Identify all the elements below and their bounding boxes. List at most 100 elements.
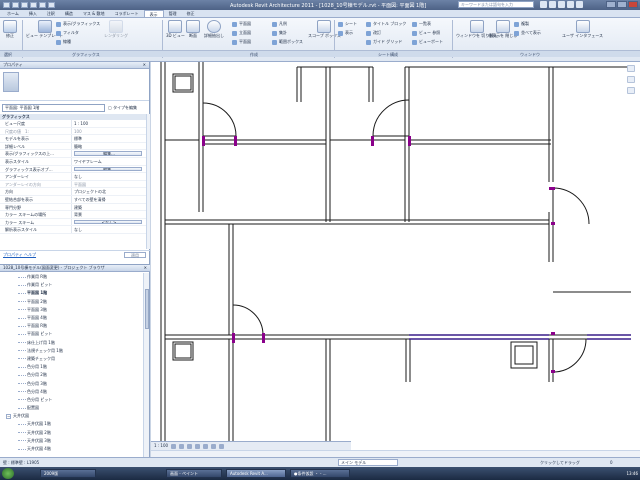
3d-view-button[interactable]: 3D ビュー: [166, 20, 185, 39]
floor-plan-drawing[interactable]: [151, 62, 640, 457]
tab-manage[interactable]: 管理: [164, 10, 182, 17]
tab-collaborate[interactable]: コラボレート: [110, 10, 144, 17]
replicate-button[interactable]: 複製: [514, 21, 529, 27]
tree-item[interactable]: 作業用 R階: [0, 273, 143, 281]
property-row[interactable]: 壁結合部を表示 すべての壁を清掃: [0, 195, 146, 204]
project-browser-header[interactable]: 1028_10号棟モデル(図面変更) - プロジェクト ブラウザ ✕: [0, 265, 150, 272]
close-hidden-button[interactable]: 非表示を 閉じる: [488, 20, 517, 39]
subscription-icon[interactable]: [549, 1, 556, 8]
tree-item[interactable]: 色分用 3階: [0, 379, 143, 387]
property-row[interactable]: グラフィックス表示オプ... 編集...: [0, 165, 146, 174]
section-button[interactable]: 断面: [186, 20, 200, 39]
view-scale[interactable]: 1 : 100: [154, 442, 168, 450]
property-value[interactable]: 背景: [72, 211, 146, 218]
viewports-button[interactable]: ビューポート: [412, 39, 443, 45]
steering-wheel-icon[interactable]: [627, 65, 635, 72]
tab-modify[interactable]: 修正: [182, 10, 200, 17]
duplicate-view-button[interactable]: 凡例: [272, 21, 287, 27]
active-model-dropdown[interactable]: メイン モデル: [338, 459, 398, 466]
properties-help-link[interactable]: プロパティ ヘルプ: [3, 251, 36, 258]
type-selector[interactable]: 平面図: 平面図 1階: [2, 104, 105, 112]
visibility-graphics-button[interactable]: 表示/グラフィックス: [56, 21, 100, 27]
thin-lines-button[interactable]: 線種: [56, 39, 71, 45]
property-row[interactable]: 専門分野 建築: [0, 203, 146, 212]
crop-view-icon[interactable]: [203, 443, 209, 449]
modify-button[interactable]: 修正: [3, 20, 17, 39]
cascade-button[interactable]: 並べて表示: [514, 30, 541, 36]
property-row[interactable]: ビュー尺度 1 : 100: [0, 120, 146, 128]
panel-label-select[interactable]: 選択: [4, 52, 12, 58]
undo-icon[interactable]: [30, 2, 37, 8]
tree-item[interactable]: 配置図: [0, 404, 143, 412]
view-reference-button[interactable]: ビュー 参照: [412, 30, 440, 36]
taskbar-item-revit[interactable]: Autodesk Revit A...: [226, 469, 286, 478]
property-value[interactable]: 1 : 100: [72, 120, 146, 127]
guide-grid-button[interactable]: ガイド グリッド: [366, 39, 402, 45]
drafting-view-button[interactable]: 平面図: [232, 39, 251, 45]
filters-button[interactable]: フィルタ: [56, 30, 79, 36]
tree-item[interactable]: 平面図 3階: [0, 306, 143, 314]
help-icon[interactable]: [576, 1, 583, 8]
detail-level-icon[interactable]: [171, 443, 177, 449]
property-edit-button[interactable]: 編集...: [74, 151, 142, 156]
tab-structure[interactable]: 構造: [60, 10, 78, 17]
visual-style-icon[interactable]: [179, 443, 185, 449]
property-row[interactable]: 方向 プロジェクトの北: [0, 188, 146, 196]
search-input[interactable]: キーワードまたは語句を入力: [458, 1, 534, 8]
property-row[interactable]: カラー スキームの場所 背景: [0, 211, 146, 219]
property-value[interactable]: なし: [72, 226, 146, 233]
measure-icon[interactable]: [48, 2, 55, 8]
communication-icon[interactable]: [558, 1, 565, 8]
elevation-button[interactable]: 立面図: [232, 30, 251, 36]
tree-item[interactable]: 法規チェック用 1階: [0, 347, 143, 355]
tree-item[interactable]: 平面図 R階: [0, 322, 143, 330]
favorites-icon[interactable]: [567, 1, 574, 8]
tree-item[interactable]: 平面図 1階: [0, 289, 143, 297]
tree-item[interactable]: 天井伏図 4階: [0, 445, 143, 453]
property-row[interactable]: 尺度の値 1: 100: [0, 127, 146, 136]
callout-button[interactable]: 詳細抽出し: [204, 20, 224, 39]
app-menu-icon[interactable]: [3, 2, 10, 8]
project-browser-scrollbar[interactable]: [143, 273, 149, 458]
schedule-list-button[interactable]: 一覧表: [412, 21, 431, 27]
title-block-button[interactable]: タイトル ブロック: [366, 21, 406, 27]
close-icon[interactable]: ✕: [144, 265, 147, 271]
legend-button[interactable]: 集計: [272, 30, 287, 36]
edit-type-button[interactable]: ▢ タイプを編集: [108, 104, 148, 112]
temporary-hide-icon[interactable]: [211, 443, 217, 449]
horizontal-scrollbar[interactable]: [151, 450, 640, 457]
apply-button[interactable]: 適用: [124, 252, 146, 258]
property-value[interactable]: 標準: [72, 135, 146, 142]
tree-item[interactable]: 色分用 2階: [0, 371, 143, 379]
tree-item[interactable]: − 天井伏図: [0, 412, 143, 420]
property-value[interactable]: 平面図: [72, 181, 146, 188]
zoom-icon[interactable]: [627, 76, 635, 83]
search-icon[interactable]: [540, 1, 547, 8]
close-button[interactable]: [628, 1, 638, 8]
redo-icon[interactable]: [39, 2, 46, 8]
tree-item[interactable]: 床仕上げ用 1階: [0, 339, 143, 347]
tree-item[interactable]: 色分用 1階: [0, 363, 143, 371]
drawing-area[interactable]: [151, 62, 640, 457]
start-button[interactable]: [2, 468, 14, 479]
taskbar-item-document[interactable]: ●条件仮設 ・ - ...: [290, 469, 350, 478]
selection-filter-count[interactable]: 0: [610, 458, 613, 467]
property-value[interactable]: 建築: [72, 204, 146, 211]
tree-item[interactable]: 作業用 ピット: [0, 281, 143, 289]
property-row[interactable]: カラー スキーム <なし>: [0, 218, 146, 227]
tab-annotate[interactable]: 注釈: [42, 10, 60, 17]
minimize-button[interactable]: [606, 1, 616, 8]
plan-views-button[interactable]: 平面図: [232, 21, 251, 27]
pan-icon[interactable]: [627, 87, 635, 94]
tab-home[interactable]: ホーム: [2, 10, 24, 17]
property-row[interactable]: アンダーレイ なし: [0, 173, 146, 181]
tree-item[interactable]: 平面図 4階: [0, 314, 143, 322]
property-value[interactable]: ワイヤフレーム: [72, 158, 146, 165]
tree-item[interactable]: 色分用 ピット: [0, 396, 143, 404]
taskbar-item-paint[interactable]: 画面 - ペイント: [166, 469, 222, 478]
open-icon[interactable]: [12, 2, 19, 8]
property-row[interactable]: 解析表示スタイル なし: [0, 226, 146, 234]
tab-insert[interactable]: 挿入: [24, 10, 42, 17]
property-row[interactable]: 詳細レベル 簡略: [0, 142, 146, 151]
scrollbar-thumb[interactable]: [145, 289, 149, 329]
